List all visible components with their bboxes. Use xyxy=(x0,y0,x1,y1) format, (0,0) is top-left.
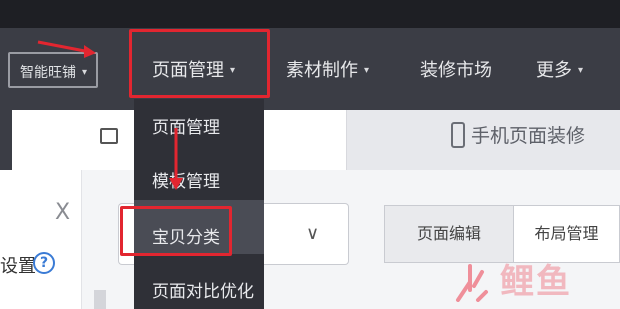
caret-down-icon: ▾ xyxy=(578,65,584,76)
dropdown-item-page-manage[interactable]: 页面管理 xyxy=(152,116,220,140)
tab-mobile-decor-label: 手机页面装修 xyxy=(471,125,586,147)
highlight-item-category xyxy=(120,206,232,256)
page-edit-button[interactable]: 页面编辑 xyxy=(384,205,514,263)
content-gutter xyxy=(94,290,106,309)
watermark-text: 鲤鱼 xyxy=(500,262,572,302)
highlight-page-manage xyxy=(129,29,270,98)
nav-material[interactable]: 素材制作 ▾ xyxy=(286,58,369,84)
left-panel xyxy=(0,170,82,309)
nav-material-label: 素材制作 xyxy=(286,60,358,81)
watermark-fire-icon xyxy=(456,264,488,302)
monitor-icon xyxy=(100,128,118,144)
dropdown-item-template-manage[interactable]: 模板管理 xyxy=(152,170,220,194)
tab-left-strip xyxy=(0,110,12,170)
nav-decor-market-label: 装修市场 xyxy=(420,60,492,81)
close-icon[interactable]: X xyxy=(55,200,70,225)
top-strip xyxy=(0,0,620,28)
chevron-down-icon: ∨ xyxy=(306,223,320,244)
help-icon[interactable]: ? xyxy=(33,252,55,274)
phone-icon xyxy=(451,122,465,148)
layout-manage-button[interactable]: 布局管理 xyxy=(513,205,620,263)
nav-decor-market[interactable]: 装修市场 xyxy=(420,58,492,84)
store-switch-frame xyxy=(8,52,98,88)
nav-more-label: 更多 xyxy=(536,60,572,81)
caret-down-icon: ▾ xyxy=(364,65,370,76)
settings-label: 设置 xyxy=(0,256,36,277)
dropdown-item-page-compare[interactable]: 页面对比优化 xyxy=(152,280,254,304)
nav-more[interactable]: 更多 ▾ xyxy=(536,58,583,84)
